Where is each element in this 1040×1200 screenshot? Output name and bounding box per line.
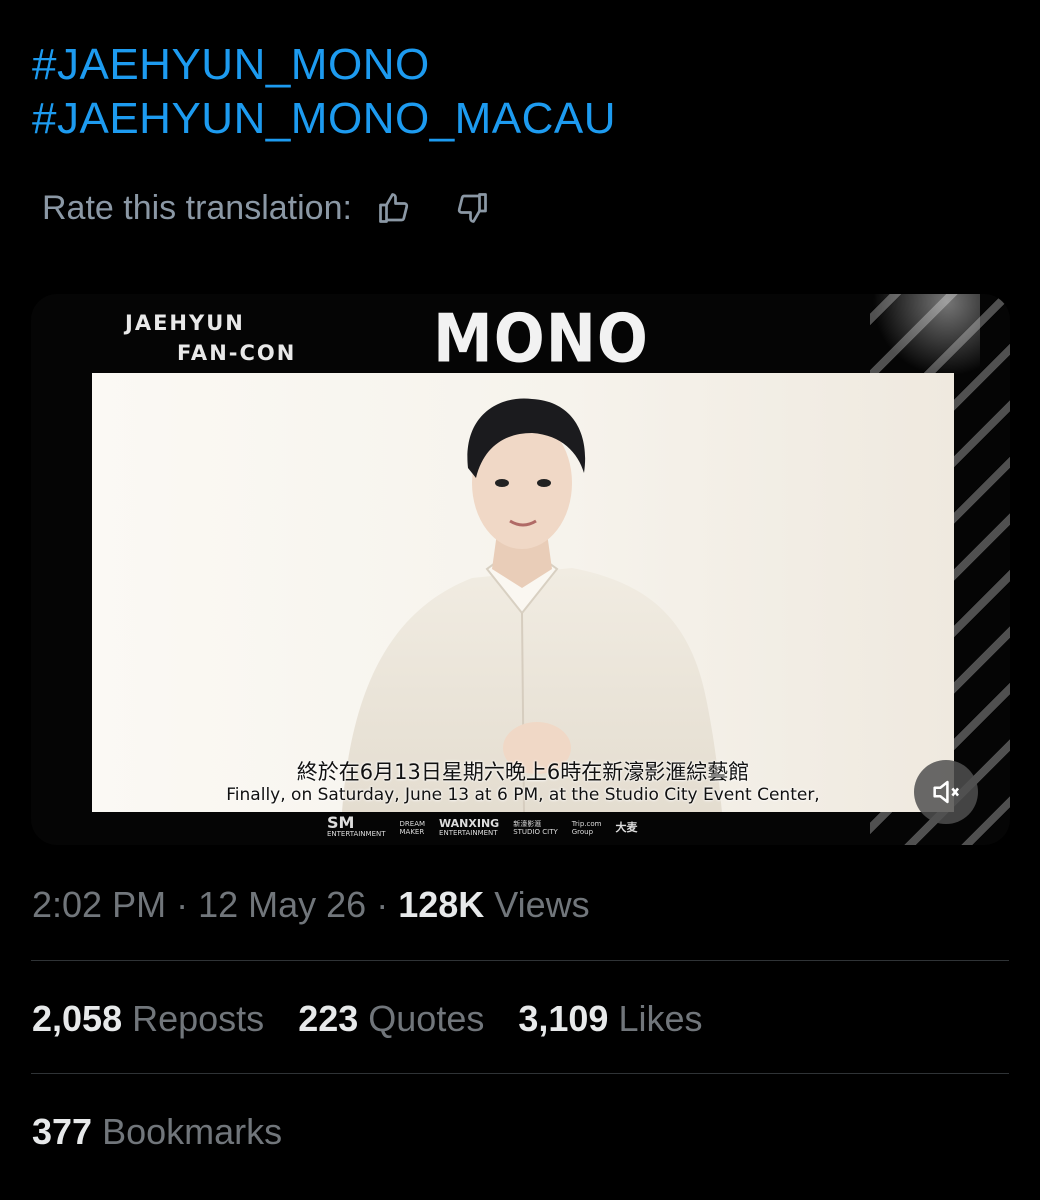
sponsor-trip: Trip.com Group (571, 820, 602, 836)
sponsor-wanxing: WANXING ENTERTAINMENT (439, 816, 500, 837)
sponsor-damai: 大麦 (615, 821, 638, 834)
reposts-stat[interactable]: 2,058 Reposts (32, 998, 264, 1040)
person-image (342, 398, 722, 812)
brand-line-event: FAN-CON (177, 341, 297, 365)
meta-separator: · (376, 884, 389, 925)
sponsor-studio-city: 新濠影滙 STUDIO CITY (513, 820, 558, 836)
tweet-meta: 2:02 PM · 12 May 26 · 128K Views (32, 884, 590, 926)
quotes-stat[interactable]: 223 Quotes (298, 998, 484, 1040)
sponsor-logos: SM ENTERTAINMENT DREAM MAKER WANXING ENT… (327, 812, 747, 840)
views-count: 128K (398, 884, 485, 925)
views-label: Views (494, 884, 590, 925)
thumbs-down-icon[interactable] (452, 188, 492, 228)
meta-separator: · (176, 884, 189, 925)
thumbs-up-icon[interactable] (374, 188, 414, 228)
subtitle-chinese: 終於在6月13日星期六晚上6時在新濠影滙綜藝館 (296, 760, 750, 784)
event-title: MONO (433, 300, 649, 379)
mute-icon (933, 780, 960, 804)
decorative-texture (870, 294, 980, 374)
tweet-hashtags: #JAEHYUN_MONO #JAEHYUN_MONO_MACAU (32, 38, 616, 146)
divider (31, 960, 1009, 961)
hashtag-link[interactable]: #JAEHYUN_MONO_MACAU (32, 92, 616, 146)
rate-translation-row: Rate this translation: (42, 186, 492, 230)
divider (31, 1073, 1009, 1074)
subtitle-english: Finally, on Saturday, June 13 at 6 PM, a… (226, 785, 820, 805)
video-player[interactable]: JAEHYUN FAN-CON MONO 終於在6月13日星期六晚上6時在新濠影… (31, 294, 1010, 845)
hashtag-link[interactable]: #JAEHYUN_MONO (32, 38, 616, 92)
sponsor-dream-maker: DREAM MAKER (399, 820, 426, 836)
bookmarks-stat[interactable]: 377 Bookmarks (32, 1111, 282, 1153)
event-brand: JAEHYUN FAN-CON (125, 308, 296, 368)
likes-stat[interactable]: 3,109 Likes (518, 998, 702, 1040)
video-frame: 終於在6月13日星期六晚上6時在新濠影滙綜藝館 Finally, on Satu… (92, 373, 954, 812)
engagement-stats: 2,058 Reposts 223 Quotes 3,109 Likes (32, 998, 703, 1040)
mute-button[interactable] (914, 760, 978, 824)
rate-translation-label: Rate this translation: (42, 188, 352, 227)
brand-line-artist: JAEHYUN (125, 311, 245, 335)
tweet-date[interactable]: 12 May 26 (198, 884, 366, 926)
tweet-time[interactable]: 2:02 PM (32, 884, 166, 926)
sponsor-sm: SM ENTERTAINMENT (327, 812, 386, 838)
